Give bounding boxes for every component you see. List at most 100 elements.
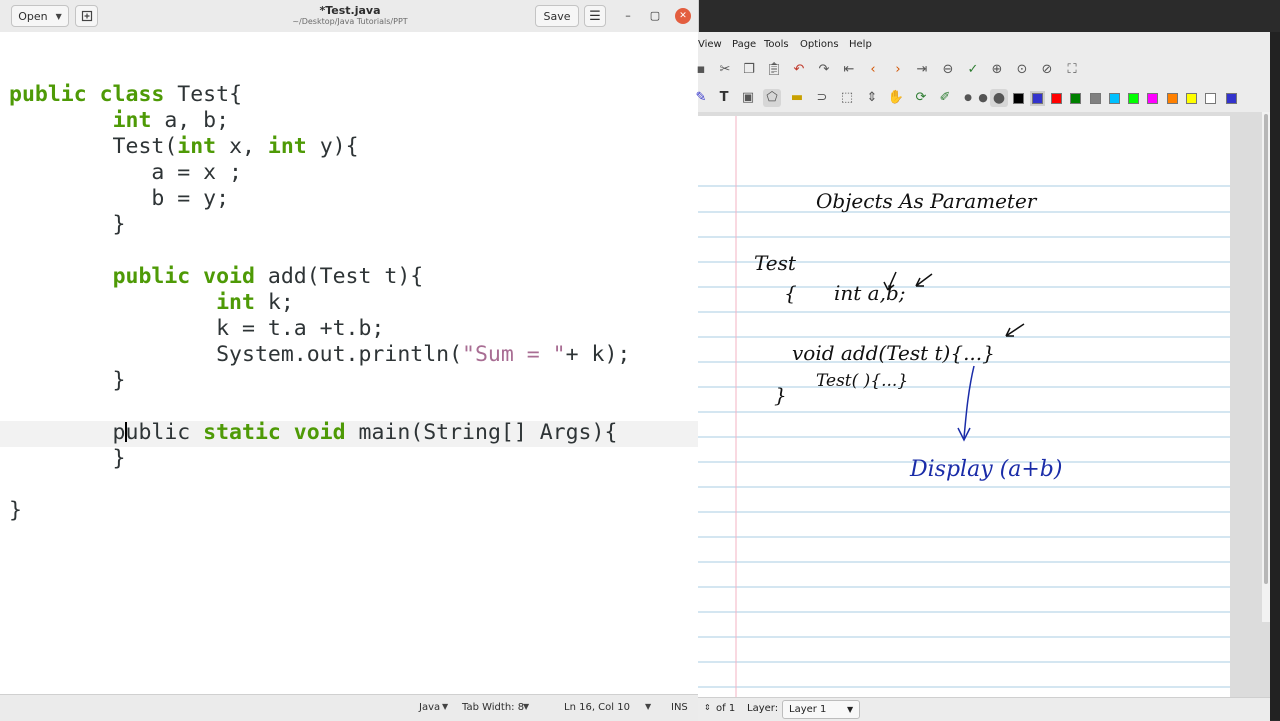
copy-icon[interactable]: ❐ — [740, 61, 758, 79]
chevron-down-icon: ▼ — [523, 702, 530, 711]
zoom-fit-icon[interactable]: ✓ — [964, 61, 982, 79]
code-line: int k; — [216, 290, 294, 315]
note-close-brace: } — [774, 383, 787, 407]
default-tool-icon[interactable]: ⟳ — [912, 89, 930, 107]
close-button[interactable]: ✕ — [675, 8, 691, 24]
scrollbar-thumb[interactable] — [1264, 114, 1268, 584]
zoom-custom-icon[interactable]: ⊘ — [1038, 61, 1056, 79]
desktop-edge — [1270, 32, 1280, 720]
undo-icon[interactable]: ↶ — [790, 61, 808, 79]
note-fields: int a,b; — [834, 281, 906, 305]
code-line: a = x ; — [9, 160, 242, 185]
document-title: *Test.java — [319, 4, 381, 17]
redo-icon[interactable]: ↷ — [815, 61, 833, 79]
open-label: Open — [18, 9, 48, 23]
language-selector[interactable]: Java — [419, 702, 440, 713]
layer-selector[interactable]: Layer 1 ▼ — [782, 700, 860, 719]
xournal-statusbar: ⇕ of 1 Layer: Layer 1 ▼ — [698, 697, 1270, 721]
code-line: } — [9, 498, 22, 523]
tab-width-selector[interactable]: Tab Width: 8 — [462, 702, 524, 713]
color-swatch[interactable] — [1167, 93, 1178, 104]
maximize-button[interactable]: ▢ — [647, 8, 663, 24]
zoom-out-icon[interactable]: ⊖ — [939, 61, 957, 79]
pointer-arrow — [957, 365, 975, 442]
page-count: of 1 — [716, 703, 736, 714]
ruler-icon[interactable]: ▬ — [788, 89, 806, 107]
pen-icon[interactable]: ✎ — [692, 89, 710, 107]
fullscreen-icon[interactable]: ⛶ — [1063, 61, 1081, 79]
code-line: } — [9, 212, 126, 237]
hamburger-menu-button[interactable]: ☰ — [584, 5, 606, 27]
hand-tool-icon[interactable]: ✋ — [887, 89, 905, 107]
first-page-icon[interactable]: ⇤ — [840, 61, 858, 79]
color-swatch[interactable] — [1186, 93, 1197, 104]
code-line: b = y; — [9, 186, 230, 211]
previous-page-icon[interactable]: ‹ — [864, 61, 882, 79]
cut-icon[interactable]: ✂ — [716, 61, 734, 79]
text-tool-icon[interactable]: T — [715, 89, 733, 107]
select-region-icon[interactable]: ⊃ — [813, 89, 831, 107]
menu-view[interactable]: View — [698, 39, 722, 50]
color-swatch[interactable] — [1226, 93, 1237, 104]
main-toolbar: ▪ ✂ ❐ 📋︎ ↶ ↷ ⇤ ‹ › ⇥ ⊖ ✓ ⊕ ⊙ ⊘ ⛶ — [697, 56, 1280, 84]
minimize-button[interactable]: – — [620, 8, 636, 24]
code-line: } — [9, 368, 126, 393]
note-class-name: Test — [754, 251, 797, 275]
drawing-canvas[interactable]: Objects As Parameter Test { int a,b; voi… — [698, 112, 1270, 706]
image-tool-icon[interactable]: ▣ — [739, 89, 757, 107]
shape-recognizer-icon[interactable]: ⬠ — [763, 89, 781, 107]
gedit-window: Open ▼ *Test.java ~/Desktop/Java Tutoria… — [0, 0, 699, 721]
new-tab-button[interactable] — [75, 5, 98, 27]
open-button[interactable]: Open ▼ — [11, 5, 69, 27]
paste-icon[interactable]: 📋︎ — [765, 61, 783, 79]
zoom-in-icon[interactable]: ⊕ — [988, 61, 1006, 79]
cursor-position[interactable]: Ln 16, Col 10 — [564, 702, 630, 713]
color-swatch[interactable] — [1070, 93, 1081, 104]
default-pen-icon[interactable]: ✐ — [936, 89, 954, 107]
chevron-down-icon: ▼ — [847, 705, 854, 714]
code-line: k = t.a +t.b; — [9, 316, 385, 341]
text-cursor — [124, 422, 127, 442]
save-button[interactable]: Save — [535, 5, 579, 27]
vertical-scrollbar[interactable] — [1262, 112, 1270, 622]
color-swatch[interactable] — [1128, 93, 1139, 104]
code-line: Test(int x, int y){ — [9, 134, 359, 159]
code-editor[interactable]: public class Test{ int a, b; Test(int x,… — [0, 32, 698, 694]
color-swatch[interactable] — [1109, 93, 1120, 104]
page-spinner-icon[interactable]: ⇕ — [704, 703, 711, 712]
document-path: ~/Desktop/Java Tutorials/PPT — [292, 17, 408, 26]
note-result: Display (a+b) — [909, 457, 1062, 482]
color-swatch[interactable] — [1090, 93, 1101, 104]
hamburger-icon: ☰ — [589, 8, 601, 24]
tools-toolbar: ✎ T ▣ ⬠ ▬ ⊃ ⬚ ⇕ ✋ ⟳ ✐ ● ● ● — [696, 84, 1280, 113]
menu-page[interactable]: Page — [732, 39, 756, 50]
code-text[interactable]: public class Test{ int a, b; Test(int x,… — [9, 82, 630, 524]
code-line: } — [9, 446, 126, 471]
ruled-page[interactable]: Objects As Parameter Test { int a,b; voi… — [698, 116, 1230, 706]
color-swatch[interactable] — [1013, 93, 1024, 104]
thickness-thick-icon[interactable]: ● — [990, 89, 1008, 107]
layer-label: Layer: — [747, 703, 779, 714]
vertical-space-icon[interactable]: ⇕ — [863, 89, 881, 107]
menu-tools[interactable]: Tools — [764, 39, 789, 50]
code-line: System.out.println("Sum = "+ k); — [9, 342, 631, 367]
color-swatch-selected[interactable] — [1030, 91, 1045, 106]
chevron-down-icon: ▼ — [55, 11, 62, 21]
color-swatch[interactable] — [1147, 93, 1158, 104]
menu-help[interactable]: Help — [849, 39, 872, 50]
save-icon[interactable]: ▪ — [692, 61, 710, 79]
note-method: void add(Test t){...} — [792, 341, 995, 365]
xournal-window: View Page Tools Options Help ▪ ✂ ❐ 📋︎ ↶ … — [696, 32, 1280, 721]
color-swatch[interactable] — [1051, 93, 1062, 104]
zoom-page-width-icon[interactable]: ⊙ — [1013, 61, 1031, 79]
note-constructor: Test( ){...} — [816, 371, 908, 391]
select-rectangle-icon[interactable]: ⬚ — [838, 89, 856, 107]
new-tab-icon — [81, 10, 92, 22]
last-page-icon[interactable]: ⇥ — [913, 61, 931, 79]
chevron-down-icon: ▼ — [645, 702, 652, 711]
next-page-icon[interactable]: › — [889, 61, 907, 79]
color-swatch[interactable] — [1205, 93, 1216, 104]
menu-options[interactable]: Options — [800, 39, 839, 50]
